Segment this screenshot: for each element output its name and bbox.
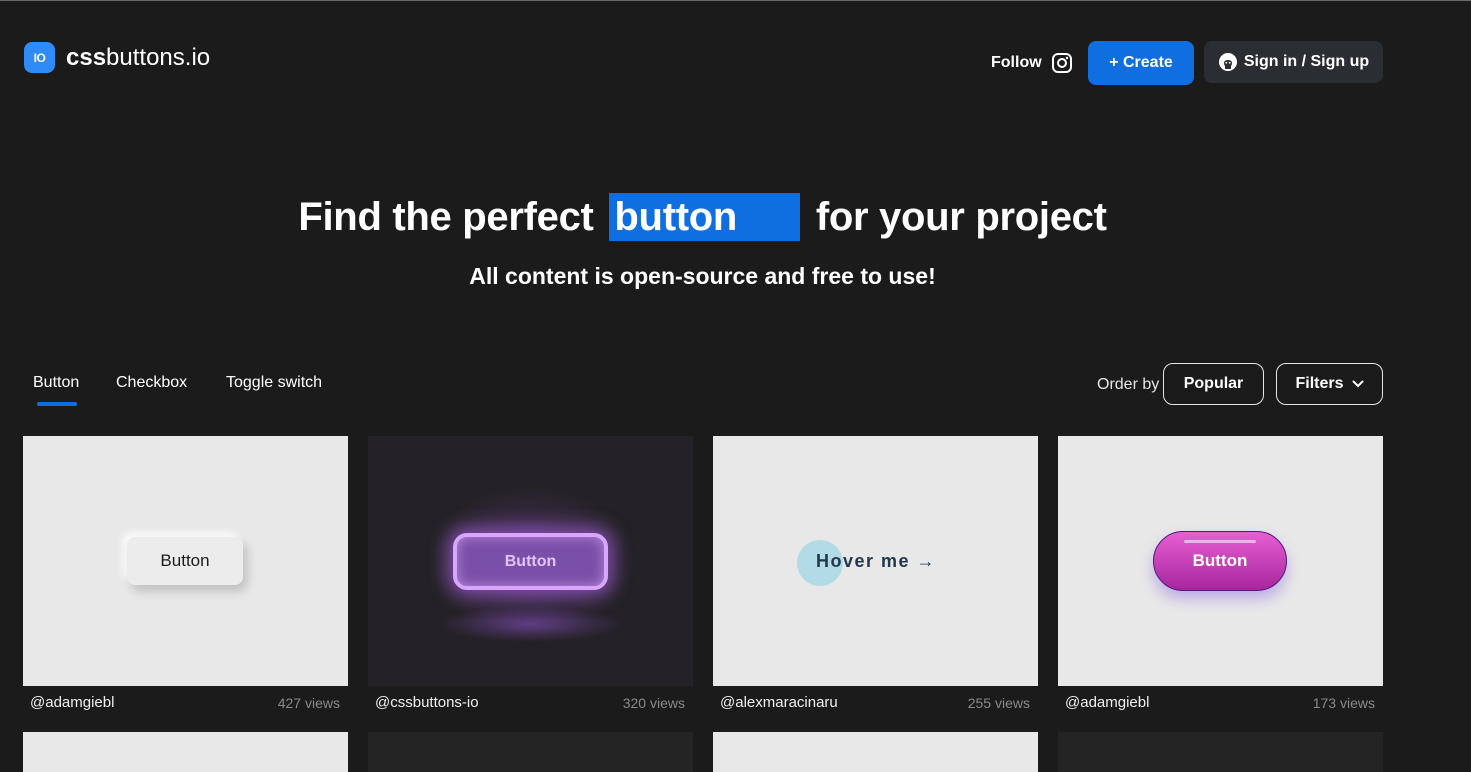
card-views: 173 views: [1312, 695, 1375, 711]
instagram-icon: [1051, 53, 1072, 73]
signin-button[interactable]: Sign in / Sign up: [1204, 41, 1383, 83]
card-views: 427 views: [277, 695, 340, 711]
demo-button-label: Button: [1192, 551, 1248, 570]
tab-button[interactable]: Button: [33, 374, 79, 392]
filters-label: Filters: [1295, 375, 1344, 392]
card-author[interactable]: @cssbuttons-io: [375, 694, 479, 711]
filters-button[interactable]: Filters: [1276, 363, 1383, 405]
card-preview[interactable]: Button: [1058, 436, 1383, 686]
card-preview[interactable]: [23, 732, 348, 772]
create-button[interactable]: + Create: [1088, 41, 1194, 85]
order-select[interactable]: Popular: [1163, 363, 1264, 405]
card-preview[interactable]: Button: [368, 436, 693, 686]
order-by-label: Order by: [1097, 376, 1160, 393]
demo-shine: [1184, 540, 1256, 543]
logo-mark: IO: [24, 42, 55, 73]
logo-text-rest: buttons.io: [106, 43, 211, 71]
hero-title-after: for your project: [815, 195, 1107, 239]
signin-label: Sign in / Sign up: [1243, 53, 1370, 70]
logo-text-bold: css: [66, 43, 107, 71]
tab-checkbox[interactable]: Checkbox: [116, 374, 187, 392]
active-tab-indicator: [37, 402, 77, 406]
card-preview[interactable]: [713, 732, 1038, 772]
hero-title-highlight: button: [609, 193, 800, 241]
card-preview[interactable]: Hover me →: [713, 436, 1038, 686]
card-preview[interactable]: [368, 732, 693, 772]
card-author[interactable]: @adamgiebl: [30, 694, 114, 711]
follow-instagram-link[interactable]: Follow: [991, 52, 1073, 74]
tab-toggle-switch[interactable]: Toggle switch: [226, 374, 322, 392]
demo-button[interactable]: Button: [127, 537, 243, 585]
logo-text: cssbuttons.io: [66, 44, 210, 72]
github-icon: [1218, 53, 1237, 71]
logo[interactable]: IO cssbuttons.io: [24, 42, 210, 73]
card-author[interactable]: @adamgiebl: [1065, 694, 1149, 711]
demo-button[interactable]: Button: [453, 533, 608, 590]
card-views: 255 views: [967, 695, 1030, 711]
follow-label: Follow: [991, 54, 1042, 71]
demo-button[interactable]: Hover me →: [816, 551, 936, 572]
card-preview[interactable]: Button: [23, 436, 348, 686]
hero-title-before: Find the perfect: [298, 195, 594, 239]
hero-title: Find the perfect button for your project: [0, 193, 1405, 241]
top-border: [0, 0, 1471, 1]
demo-button[interactable]: Button: [1153, 531, 1287, 591]
card-preview[interactable]: [1058, 732, 1383, 772]
demo-reflection: [438, 606, 623, 642]
order-value: Popular: [1183, 375, 1244, 392]
card-author[interactable]: @alexmaracinaru: [720, 694, 838, 711]
hero-subtitle: All content is open-source and free to u…: [469, 263, 936, 289]
card-views: 320 views: [622, 695, 685, 711]
chevron-down-icon: [1352, 380, 1363, 388]
